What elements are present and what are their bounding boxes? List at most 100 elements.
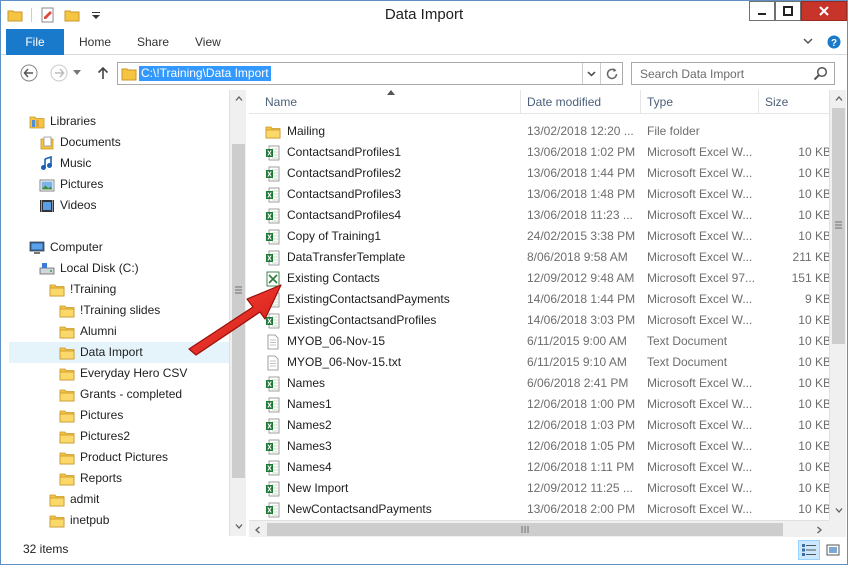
nav-item[interactable]: Grants - completed — [59, 384, 182, 405]
search-icon[interactable] — [813, 66, 828, 84]
scroll-thumb[interactable] — [832, 108, 845, 344]
column-name[interactable]: Name — [259, 90, 521, 114]
quick-access-toolbar — [7, 6, 112, 24]
file-list: Name Date modified Type Size Mailing 13/0… — [249, 90, 829, 520]
nav-item[interactable]: !Training — [49, 279, 116, 300]
expand-ribbon-icon[interactable] — [803, 38, 813, 46]
minimize-button[interactable] — [749, 1, 775, 21]
file-row[interactable]: DataTransferTemplate 8/06/2018 9:58 AM Mic… — [249, 247, 829, 268]
file-list-scrollbar[interactable] — [829, 90, 846, 520]
file-name-cell: Copy of Training1 — [265, 226, 523, 247]
address-dropdown-button[interactable] — [582, 63, 600, 84]
file-type: Microsoft Excel W... — [647, 313, 753, 327]
file-row[interactable]: Existing Contacts 12/09/2012 9:48 AM Micro… — [249, 268, 829, 289]
scroll-up-button[interactable] — [830, 90, 847, 107]
tab-file[interactable]: File — [6, 29, 64, 55]
file-row[interactable]: Copy of Training1 24/02/2015 3:38 PM Micro… — [249, 226, 829, 247]
forward-button[interactable] — [49, 63, 69, 83]
customize-toolbar-icon[interactable] — [88, 7, 104, 23]
nav-item[interactable]: !Training slides — [59, 300, 160, 321]
file-size: 10 KB — [798, 481, 829, 495]
file-name: ContactsandProfiles4 — [287, 208, 402, 222]
file-name-cell: ContactsandProfiles4 — [265, 205, 523, 226]
nav-item[interactable]: Documents — [39, 132, 121, 153]
nav-item[interactable]: Alumni — [59, 321, 117, 342]
file-row[interactable]: MYOB_06-Nov-15.txt 6/11/2015 9:10 AM Text … — [249, 352, 829, 373]
scroll-down-button[interactable] — [830, 502, 847, 519]
nav-item[interactable]: Pictures — [59, 405, 123, 426]
file-row[interactable]: ContactsandProfiles1 13/06/2018 1:02 PM Mi… — [249, 142, 829, 163]
folder-icon[interactable] — [7, 7, 23, 23]
nav-item-label: Reports — [80, 471, 123, 485]
scroll-thumb[interactable] — [232, 144, 245, 478]
nav-item-label: Everyday Hero CSV — [80, 366, 188, 380]
maximize-button[interactable] — [775, 1, 801, 21]
file-name-cell: ContactsandProfiles3 — [265, 184, 523, 205]
file-row[interactable]: MYOB_06-Nov-15 6/11/2015 9:00 AM Text Docu… — [249, 331, 829, 352]
navigation-pane-scrollbar[interactable] — [229, 90, 246, 536]
column-type[interactable]: Type — [641, 90, 759, 114]
back-button[interactable] — [19, 63, 39, 83]
column-date-modified[interactable]: Date modified — [521, 90, 641, 114]
nav-item-label: Music — [60, 156, 92, 170]
nav-item[interactable]: Data Import — [9, 342, 229, 363]
new-folder-icon[interactable] — [64, 7, 80, 23]
file-name: ExistingContactsandProfiles — [287, 313, 437, 327]
nav-item[interactable]: Reports — [59, 468, 122, 489]
file-row[interactable]: ContactsandProfiles3 13/06/2018 1:48 PM Mi… — [249, 184, 829, 205]
horizontal-scrollbar[interactable] — [249, 520, 829, 537]
file-size: 10 KB — [798, 166, 829, 180]
file-row[interactable]: Mailing 13/02/2018 12:20 ... File folder — [249, 121, 829, 142]
chevron-left-icon — [255, 526, 260, 533]
tab-share[interactable]: Share — [137, 35, 169, 49]
nav-item[interactable]: Pictures — [39, 174, 103, 195]
folder-icon — [49, 282, 65, 298]
details-view-button[interactable] — [798, 540, 820, 560]
nav-item[interactable]: admit — [49, 489, 99, 510]
file-row[interactable]: ContactsandProfiles4 13/06/2018 11:23 ...… — [249, 205, 829, 226]
nav-item[interactable]: Local Disk (C:) — [39, 258, 139, 279]
scroll-thumb[interactable] — [267, 523, 783, 536]
close-button[interactable] — [801, 1, 847, 21]
scroll-down-button[interactable] — [230, 518, 247, 535]
properties-icon[interactable] — [40, 7, 56, 23]
back-arrow-icon — [20, 64, 38, 82]
column-size[interactable]: Size — [759, 90, 829, 114]
nav-item[interactable]: Videos — [39, 195, 96, 216]
nav-item[interactable]: Product Pictures — [59, 447, 168, 468]
file-row[interactable]: ExistingContactsandPayments 14/06/2018 1:… — [249, 289, 829, 310]
file-row[interactable]: ExistingContactsandProfiles 14/06/2018 3:… — [249, 310, 829, 331]
recent-locations-button[interactable] — [71, 63, 83, 83]
file-type: Microsoft Excel W... — [647, 376, 753, 390]
scroll-up-button[interactable] — [230, 90, 247, 107]
nav-item[interactable]: Libraries — [29, 111, 96, 132]
file-row[interactable]: NewContactsandPayments 13/06/2018 2:00 PM… — [249, 499, 829, 520]
large-icons-view-button[interactable] — [822, 540, 844, 560]
file-row[interactable]: New Import 12/09/2012 11:25 ... Microsoft … — [249, 478, 829, 499]
file-date: 13/06/2018 1:02 PM — [527, 145, 636, 159]
file-row[interactable]: Names1 12/06/2018 1:00 PM Microsoft Excel … — [249, 394, 829, 415]
videos-icon — [39, 198, 55, 214]
tab-view[interactable]: View — [195, 35, 221, 49]
address-path[interactable]: C:\!Training\Data Import — [139, 66, 271, 81]
address-bar[interactable]: C:\!Training\Data Import — [117, 62, 623, 85]
scroll-left-button[interactable] — [249, 521, 266, 538]
file-row[interactable]: Names 6/06/2018 2:41 PM Microsoft Excel W.… — [249, 373, 829, 394]
file-row[interactable]: Names3 12/06/2018 1:05 PM Microsoft Excel … — [249, 436, 829, 457]
forward-arrow-icon — [50, 64, 68, 82]
nav-item-label: !Training — [70, 282, 117, 296]
up-button[interactable] — [93, 63, 113, 83]
scroll-right-button[interactable] — [811, 521, 828, 538]
tab-home[interactable]: Home — [79, 35, 111, 49]
help-icon[interactable]: ? — [827, 35, 841, 49]
nav-item[interactable]: Computer — [29, 237, 103, 258]
file-row[interactable]: Names2 12/06/2018 1:03 PM Microsoft Excel … — [249, 415, 829, 436]
file-row[interactable]: Names4 12/06/2018 1:11 PM Microsoft Excel … — [249, 457, 829, 478]
refresh-button[interactable] — [600, 63, 622, 84]
search-input[interactable]: Search Data Import — [631, 62, 835, 85]
nav-item[interactable]: inetpub — [49, 510, 109, 531]
nav-item[interactable]: Pictures2 — [59, 426, 130, 447]
nav-item[interactable]: Music — [39, 153, 91, 174]
file-row[interactable]: ContactsandProfiles2 13/06/2018 1:44 PM Mi… — [249, 163, 829, 184]
nav-item[interactable]: Everyday Hero CSV — [59, 363, 187, 384]
